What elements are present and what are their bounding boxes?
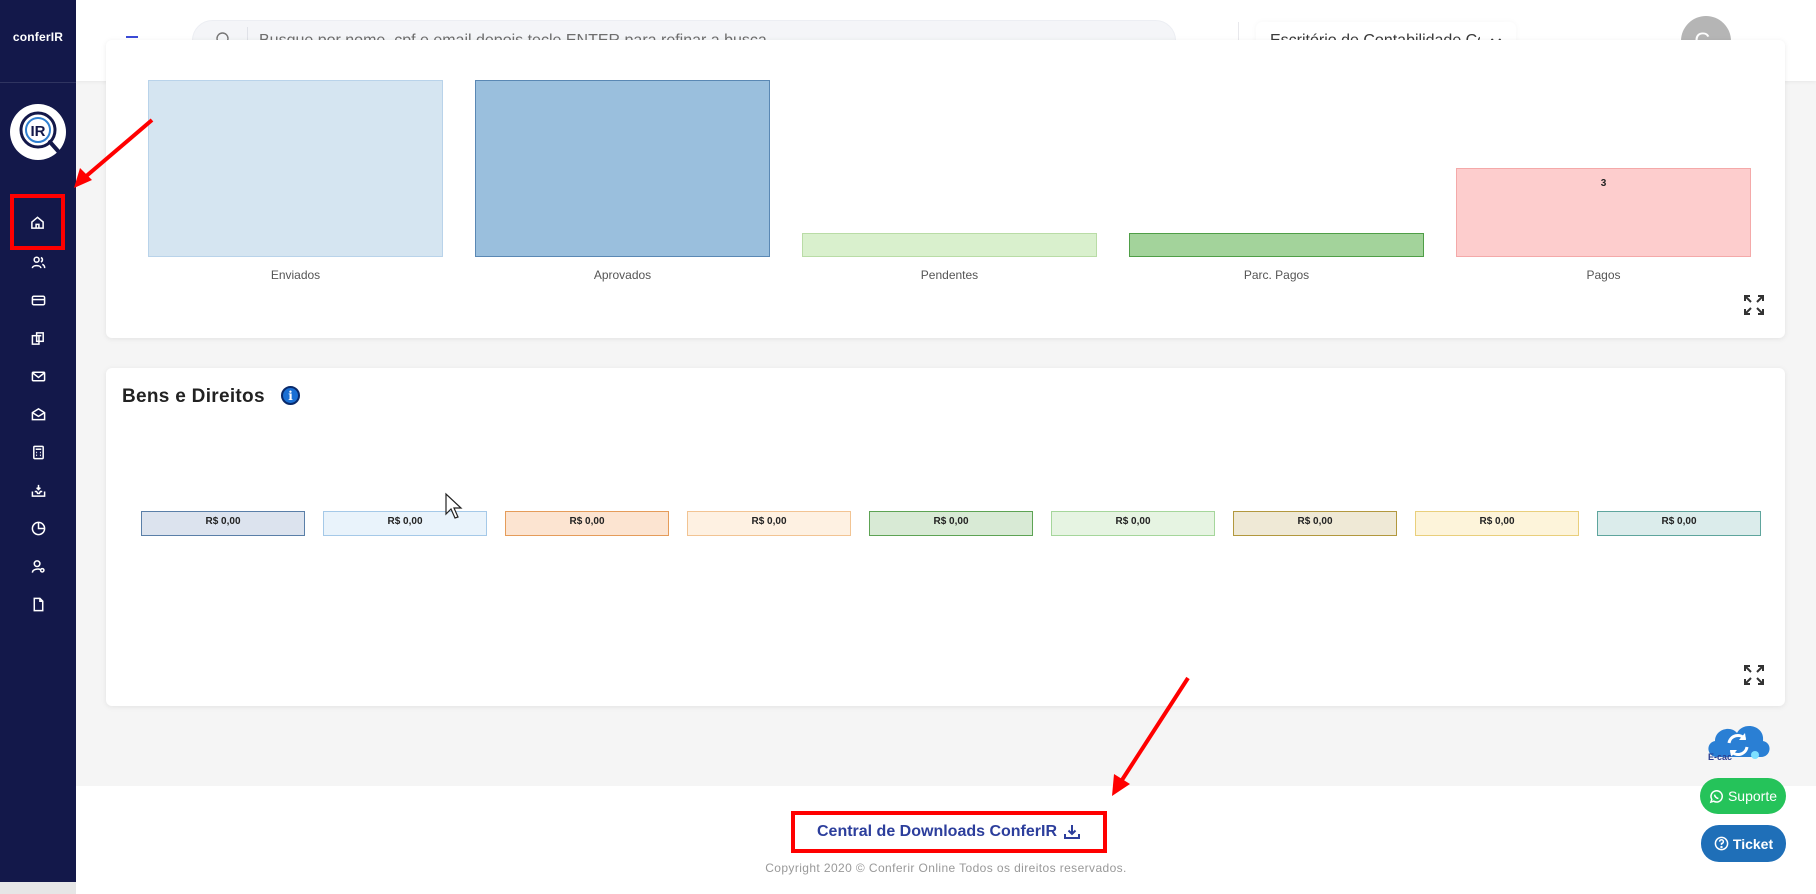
downloads-link[interactable]: Central de Downloads ConferIR — [791, 811, 1107, 853]
bens-value-box[interactable]: R$ 0,00 — [1051, 511, 1215, 536]
bar-category-label: Pagos — [1586, 268, 1621, 282]
sidebar-item-documents[interactable] — [0, 321, 76, 355]
svg-text:IR: IR — [31, 123, 46, 140]
credit-card-icon — [31, 295, 45, 305]
users-icon — [31, 256, 45, 268]
sidebar-item-user-settings[interactable] — [0, 549, 76, 583]
suporte-button[interactable]: Suporte — [1700, 778, 1786, 814]
bar-aprovados[interactable] — [475, 80, 770, 257]
sidebar-item-downloads[interactable] — [0, 473, 76, 507]
home-icon — [31, 215, 44, 229]
mail-icon — [31, 371, 45, 381]
help-circle-icon — [1714, 836, 1729, 851]
bar-category-label: Aprovados — [593, 268, 652, 282]
sidebar-item-home[interactable] — [10, 194, 65, 250]
sidebar-item-billing[interactable] — [0, 283, 76, 317]
user-settings-icon — [31, 559, 45, 573]
downloads-label: Central de Downloads ConferIR — [816, 823, 1058, 840]
bar-category-label: Pendentes — [920, 268, 979, 282]
copyright-text: Copyright 2020 © Conferir Online Todos o… — [765, 861, 1127, 875]
sidebar-item-users[interactable] — [0, 245, 76, 279]
bens-direitos-card: Bens e Direitos i R$ 0,00 R$ 0,00 R$ 0,00 R… — [106, 368, 1785, 706]
company-logo: IR — [10, 104, 66, 160]
calculator-icon — [32, 445, 44, 459]
sidebar-item-messages[interactable] — [0, 359, 76, 393]
sidebar-item-reports[interactable] — [0, 511, 76, 545]
bar-parc-pagos[interactable] — [1129, 233, 1424, 257]
bar-value-label: 3 — [1600, 178, 1607, 189]
expand-icon[interactable] — [1743, 664, 1765, 686]
bens-value-box[interactable]: R$ 0,00 — [869, 511, 1033, 536]
bens-value-box[interactable]: R$ 0,00 — [141, 511, 305, 536]
bens-value-box[interactable]: R$ 0,00 — [505, 511, 669, 536]
expand-icon[interactable] — [1743, 294, 1765, 316]
brand-logo[interactable]: conferIR — [0, 30, 76, 44]
bar-pendentes[interactable] — [802, 233, 1097, 257]
inbox-download-icon — [31, 484, 45, 497]
whatsapp-icon — [1709, 789, 1723, 803]
bar-enviados[interactable] — [148, 80, 443, 257]
info-icon[interactable]: i — [281, 386, 300, 405]
sidebar-item-files[interactable] — [0, 587, 76, 621]
file-icon — [33, 597, 43, 611]
bens-value-box[interactable]: R$ 0,00 — [687, 511, 851, 536]
sidebar-item-mail[interactable] — [0, 397, 76, 431]
mail-open-icon — [31, 407, 45, 420]
card-title: Bens e Direitos — [122, 386, 265, 407]
documents-icon — [31, 331, 44, 345]
bar-category-label: Enviados — [270, 268, 321, 282]
sidebar-divider — [0, 82, 76, 83]
ticket-button[interactable]: Ticket — [1701, 825, 1786, 862]
download-icon — [1064, 825, 1081, 839]
sidebar: conferIR IR — [0, 0, 76, 894]
bar-category-label: Parc. Pagos — [1243, 268, 1310, 282]
bens-value-box[interactable]: R$ 0,00 — [1597, 511, 1761, 536]
status-chart-card: Enviados Aprovados Pendentes Parc. Pagos 3 Pa… — [106, 40, 1785, 338]
ecac-label: E-cac — [1708, 752, 1733, 762]
bens-value-box[interactable]: R$ 0,00 — [1415, 511, 1579, 536]
bens-value-box[interactable]: R$ 0,00 — [1233, 511, 1397, 536]
scrollbar-corner — [0, 882, 76, 894]
sidebar-item-calculator[interactable] — [0, 435, 76, 469]
ir-logo-icon: IR — [19, 111, 60, 153]
mouse-cursor-icon — [445, 492, 463, 519]
pie-chart-icon — [31, 521, 45, 535]
